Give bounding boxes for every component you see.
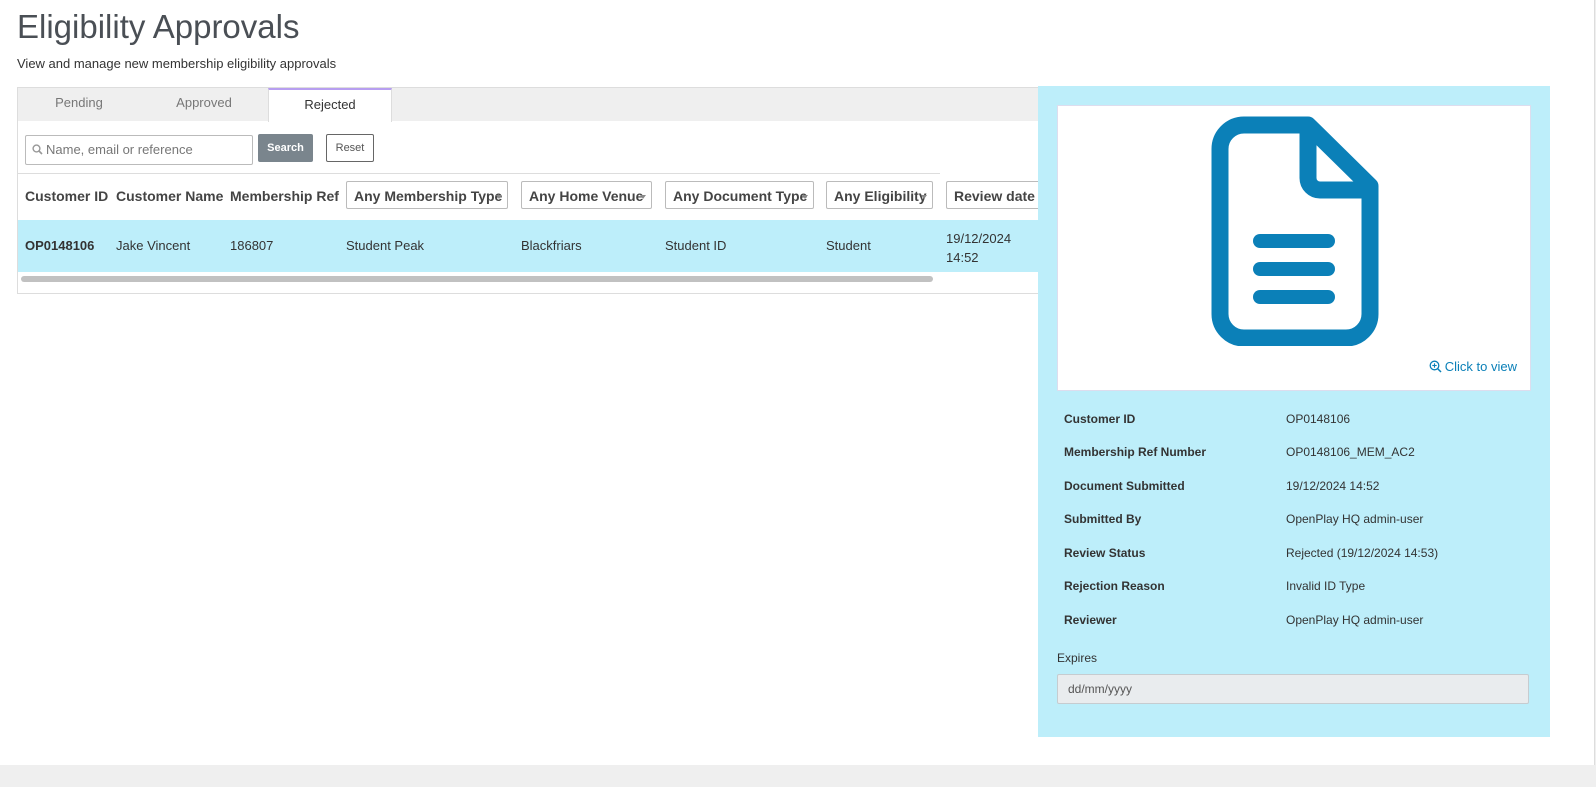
- page-subtitle: View and manage new membership eligibili…: [17, 56, 337, 71]
- membership-type-filter[interactable]: Any Membership Type: [346, 181, 508, 209]
- tab-rejected[interactable]: Rejected: [268, 88, 392, 122]
- cell-review-date: 19/12/2024 14:52: [946, 229, 1026, 267]
- reset-button[interactable]: Reset: [326, 134, 374, 162]
- cell-membership-ref: 186807: [230, 238, 274, 253]
- header-divider: [18, 173, 940, 174]
- detail-label-review-status: Review Status: [1064, 546, 1146, 560]
- detail-value-reviewer: OpenPlay HQ admin-user: [1286, 613, 1424, 627]
- zoom-in-icon: [1429, 360, 1442, 373]
- tab-pending[interactable]: Pending: [18, 88, 140, 121]
- document-preview[interactable]: Click to view: [1057, 105, 1531, 391]
- page-title: Eligibility Approvals: [17, 8, 300, 45]
- detail-label-reviewer: Reviewer: [1064, 613, 1117, 627]
- home-venue-filter-label: Any Home Venue: [529, 188, 644, 204]
- cell-review-date-time: 14:52: [946, 250, 979, 265]
- click-to-view-link[interactable]: Click to view: [1429, 359, 1517, 374]
- membership-type-filter-label: Any Membership Type: [354, 188, 503, 204]
- search-box: [25, 135, 253, 165]
- review-date-sort-label: Review date: [954, 188, 1035, 204]
- search-icon: [32, 144, 43, 155]
- approvals-list-panel: Pending Approved Rejected Search Reset C…: [17, 87, 1059, 294]
- click-to-view-label: Click to view: [1444, 359, 1517, 374]
- detail-label-document-submitted: Document Submitted: [1064, 479, 1185, 493]
- caret-down-icon: [640, 195, 646, 199]
- detail-label-submitted-by: Submitted By: [1064, 512, 1142, 526]
- column-header-membership-ref: Membership Ref: [230, 188, 339, 204]
- page: Eligibility Approvals View and manage ne…: [0, 0, 1595, 765]
- expires-date-input[interactable]: [1057, 674, 1529, 704]
- document-icon: [1211, 116, 1379, 346]
- eligibility-filter[interactable]: Any Eligibility: [826, 181, 933, 209]
- detail-label-membership-ref: Membership Ref Number: [1064, 445, 1207, 459]
- caret-down-icon: [802, 195, 808, 199]
- search-input[interactable]: [46, 136, 246, 162]
- detail-label-rejection-reason: Rejection Reason: [1064, 579, 1165, 593]
- cell-eligibility: Student: [826, 238, 871, 253]
- eligibility-filter-label: Any Eligibility: [834, 188, 927, 204]
- column-header-customer-id: Customer ID: [25, 188, 109, 204]
- cell-customer-name: Jake Vincent: [116, 238, 191, 253]
- cell-document-type: Student ID: [665, 238, 727, 253]
- detail-label-customer-id: Customer ID: [1064, 412, 1136, 426]
- detail-value-customer-id: OP0148106: [1286, 412, 1351, 426]
- cell-customer-id: OP0148106: [25, 238, 95, 253]
- home-venue-filter[interactable]: Any Home Venue: [521, 181, 652, 209]
- detail-value-rejection-reason: Invalid ID Type: [1286, 579, 1366, 593]
- tab-approved[interactable]: Approved: [140, 88, 268, 121]
- detail-value-review-status: Rejected (19/12/2024 14:53): [1286, 546, 1439, 560]
- cell-home-venue: Blackfriars: [521, 238, 582, 253]
- expires-label: Expires: [1057, 651, 1098, 665]
- horizontal-scrollbar[interactable]: [18, 272, 1058, 284]
- search-button[interactable]: Search: [258, 134, 313, 162]
- caret-down-icon: [921, 195, 927, 199]
- cell-review-date-day: 19/12/2024: [946, 231, 1012, 246]
- document-type-filter-label: Any Document Type: [673, 188, 808, 204]
- cell-membership-type: Student Peak: [346, 238, 425, 253]
- scrollbar-thumb[interactable]: [21, 276, 933, 282]
- document-type-filter[interactable]: Any Document Type: [665, 181, 814, 209]
- detail-panel: Click to view Customer ID OP0148106 Memb…: [1038, 86, 1550, 737]
- detail-value-document-submitted: 19/12/2024 14:52: [1286, 479, 1380, 493]
- detail-value-membership-ref: OP0148106_MEM_AC2: [1286, 445, 1415, 459]
- caret-down-icon: [496, 195, 502, 199]
- detail-value-submitted-by: OpenPlay HQ admin-user: [1286, 512, 1424, 526]
- status-tabs: Pending Approved Rejected: [18, 88, 1058, 122]
- column-header-customer-name: Customer Name: [116, 188, 224, 204]
- table-row[interactable]: OP0148106 Jake Vincent 186807 Student Pe…: [18, 220, 1058, 272]
